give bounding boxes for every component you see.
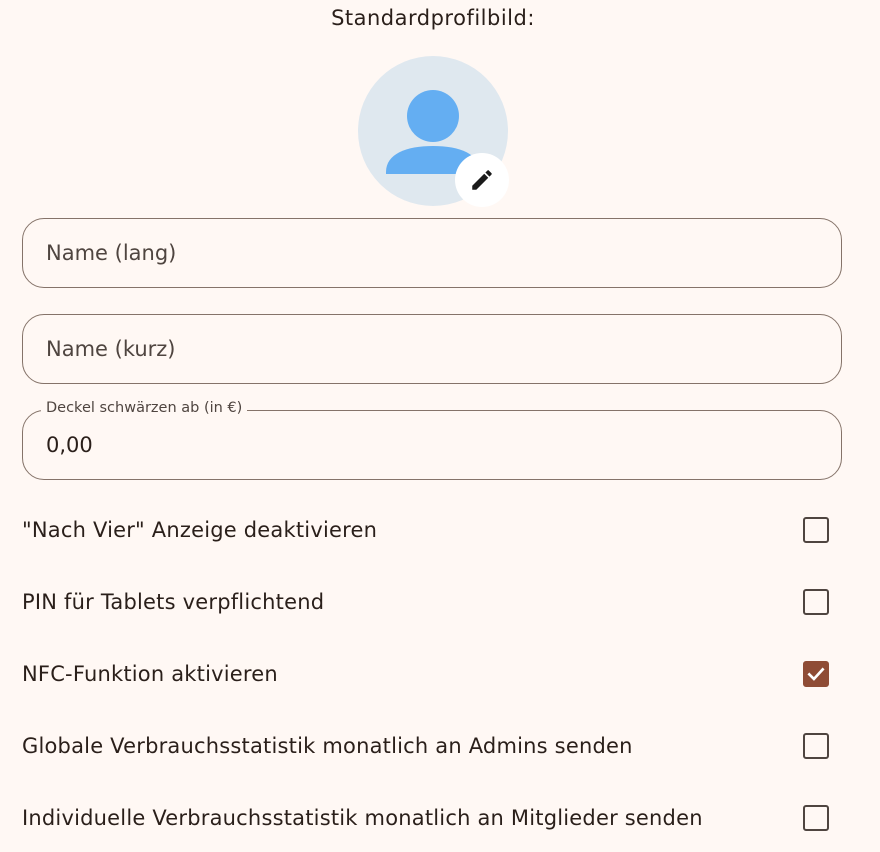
name-short-field[interactable]	[22, 314, 842, 384]
name-short-input[interactable]	[46, 315, 816, 382]
option-label: "Nach Vier" Anzeige deaktivieren	[22, 518, 378, 542]
global-stats-checkbox[interactable]	[803, 733, 829, 759]
default-avatar-title: Standardprofilbild:	[331, 6, 535, 30]
option-row-global-stats[interactable]: Globale Verbrauchsstatistik monatlich an…	[22, 726, 842, 766]
nach-vier-checkbox[interactable]	[803, 517, 829, 543]
option-row-pin-tablets[interactable]: PIN für Tablets verpflichtend	[22, 582, 842, 622]
option-row-individual-stats[interactable]: Individuelle Verbrauchsstatistik monatli…	[22, 798, 842, 838]
option-row-nfc[interactable]: NFC-Funktion aktivieren	[22, 654, 842, 694]
name-long-field[interactable]	[22, 218, 842, 288]
edit-avatar-button[interactable]	[455, 153, 509, 207]
name-long-input[interactable]	[46, 219, 816, 286]
nfc-checkbox[interactable]	[803, 661, 829, 687]
individual-stats-checkbox[interactable]	[803, 805, 829, 831]
pencil-icon	[472, 170, 492, 190]
profile-settings-page: Standardprofilbild: Deckel schwärzen ab …	[0, 0, 880, 852]
check-icon	[807, 667, 825, 681]
pin-tablets-checkbox[interactable]	[803, 589, 829, 615]
option-label: Individuelle Verbrauchsstatistik monatli…	[22, 806, 703, 830]
option-label: PIN für Tablets verpflichtend	[22, 590, 325, 614]
option-row-nach-vier[interactable]: "Nach Vier" Anzeige deaktivieren	[22, 510, 842, 550]
blacken-threshold-input[interactable]	[46, 411, 816, 478]
avatar-picker[interactable]	[358, 56, 509, 207]
option-label: Globale Verbrauchsstatistik monatlich an…	[22, 734, 633, 758]
blacken-threshold-field[interactable]: Deckel schwärzen ab (in €)	[22, 400, 842, 480]
option-label: NFC-Funktion aktivieren	[22, 662, 278, 686]
